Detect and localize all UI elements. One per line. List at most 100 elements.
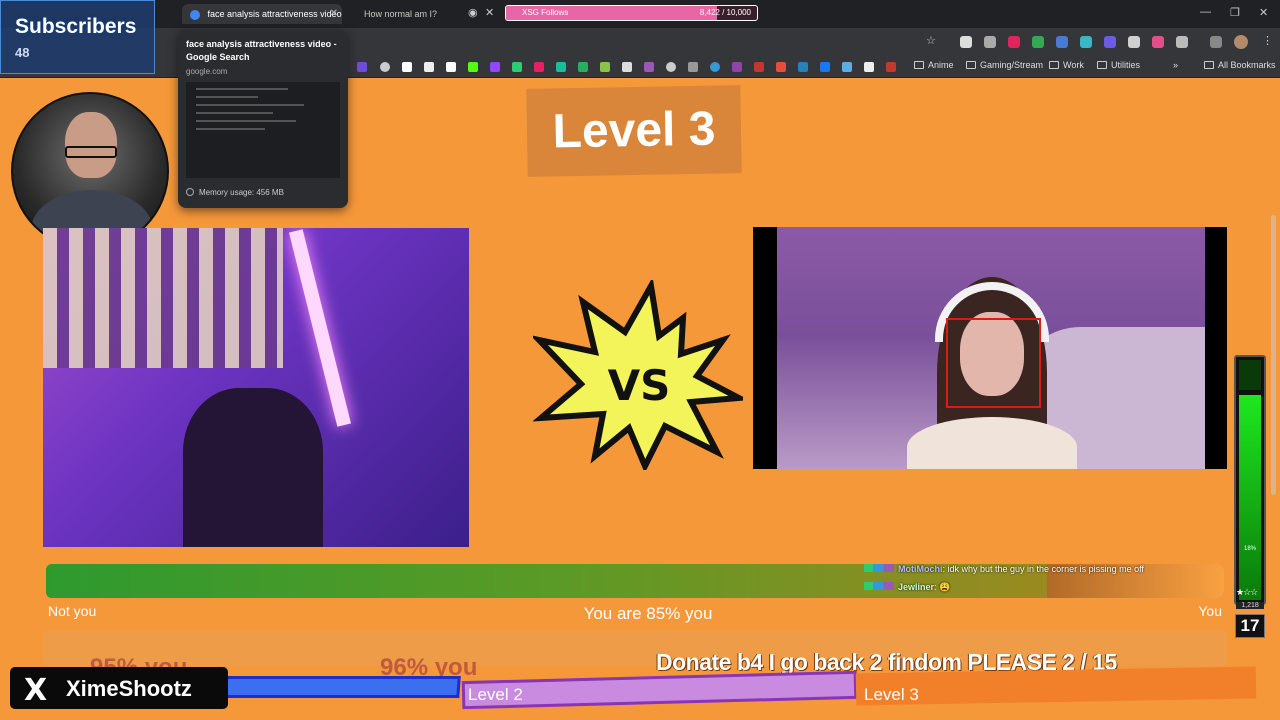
streamer-facecam <box>11 92 169 250</box>
tab-title: How normal am I? <box>364 9 438 19</box>
vs-text: VS <box>608 361 671 410</box>
left-video-feed <box>43 228 469 547</box>
side-meter-percent: 18% <box>1244 546 1257 552</box>
xsg-follows-label: XSG Follows <box>522 8 569 17</box>
meter-center-label: You are 85% you <box>583 604 713 623</box>
extension-icon[interactable] <box>1152 36 1164 48</box>
meter-right-label: You <box>1198 603 1222 619</box>
bookmark-folder-gaming[interactable]: Gaming/Stream <box>966 60 1043 70</box>
level-3-label: Level 3 <box>864 685 919 704</box>
hover-card-memory: Memory usage: 456 MB <box>186 188 284 197</box>
bookmark-icon[interactable] <box>754 62 764 72</box>
menu-lines-icon[interactable] <box>1210 36 1222 48</box>
folder-label: Anime <box>928 60 954 70</box>
subscribers-count: 48 <box>15 45 30 60</box>
tab-face-analysis[interactable]: face analysis attractiveness video ✕ <box>182 4 342 24</box>
extension-icon[interactable] <box>984 36 996 48</box>
side-meter-level: 17 <box>1235 614 1265 638</box>
tab-title: face analysis attractiveness video <box>207 9 342 19</box>
chat-username: MotiMochi <box>898 564 943 574</box>
chat-badges-icon <box>864 564 894 572</box>
facecam-glasses <box>65 146 117 158</box>
bookmark-icon[interactable] <box>534 62 544 72</box>
bookmark-folder-all[interactable]: All Bookmarks <box>1204 60 1276 70</box>
person-shoulders <box>907 417 1077 469</box>
bookmark-icon[interactable] <box>688 62 698 72</box>
level-2-label: Level 2 <box>468 685 523 704</box>
bookmark-icon[interactable] <box>357 62 367 72</box>
bookmark-icon[interactable] <box>732 62 742 72</box>
facebook-bookmark-icon[interactable] <box>820 62 830 72</box>
bookmark-icon[interactable] <box>446 62 456 72</box>
kick-bookmark-icon[interactable] <box>468 62 478 72</box>
restore-icon[interactable]: ❐ <box>1230 6 1240 19</box>
bookmark-icon[interactable] <box>710 62 720 72</box>
level-title-badge: Level 3 <box>526 85 742 177</box>
folder-label: All Bookmarks <box>1218 60 1276 70</box>
level-title: Level 3 <box>552 102 716 159</box>
record-icon[interactable]: ◉ <box>468 6 478 19</box>
bookmark-folder-anime[interactable]: Anime <box>914 60 954 70</box>
bookmark-icon[interactable] <box>644 62 654 72</box>
close-tab-icon[interactable]: ✕ <box>485 6 494 19</box>
close-tab-icon[interactable]: ✕ <box>330 4 338 24</box>
subscribers-title: Subscribers <box>15 15 137 38</box>
extension-icon[interactable] <box>1104 36 1116 48</box>
profile-avatar[interactable] <box>1234 35 1248 49</box>
x-handle-name: XimeShootz <box>66 676 192 701</box>
tiktok-bookmark-icon[interactable] <box>424 62 434 72</box>
bookmark-star-icon[interactable]: ☆ <box>926 34 936 47</box>
folder-icon <box>1049 61 1059 69</box>
bookmark-icon[interactable] <box>864 62 874 72</box>
browser-tab-strip: face analysis attractiveness video ✕ How… <box>0 0 1280 28</box>
extensions-puzzle-icon[interactable] <box>1176 36 1188 48</box>
bookmark-icon[interactable] <box>380 62 390 72</box>
x-logo-icon: X <box>24 673 48 708</box>
face-detection-box <box>946 318 1041 408</box>
x-bookmark-icon[interactable] <box>402 62 412 72</box>
page-scrollbar[interactable] <box>1271 215 1276 495</box>
chat-message: Jewliner: 😩 <box>864 582 950 593</box>
extension-icon[interactable] <box>1032 36 1044 48</box>
bookmark-icon[interactable] <box>776 62 786 72</box>
extension-icon[interactable] <box>960 36 972 48</box>
extension-icon[interactable] <box>1056 36 1068 48</box>
folder-icon <box>1204 61 1214 69</box>
bookmark-folder-work[interactable]: Work <box>1049 60 1084 70</box>
extension-icon[interactable] <box>1008 36 1020 48</box>
bookmark-icon[interactable] <box>578 62 588 72</box>
xsg-follows-count: 8,422 / 10,000 <box>699 8 751 17</box>
facecam-head <box>65 112 117 178</box>
chat-text: : idk why but the guy in the corner is p… <box>942 564 1144 574</box>
side-meter-stars: ★☆☆ <box>1236 587 1258 597</box>
subscribers-widget: Subscribers 48 <box>0 0 155 74</box>
side-progress-meter <box>1234 355 1266 605</box>
memory-gauge-icon <box>186 188 194 196</box>
tab-hover-card: face analysis attractiveness video - Goo… <box>178 30 348 208</box>
bookmark-icon[interactable] <box>886 62 896 72</box>
minimize-icon[interactable]: — <box>1200 6 1211 18</box>
folder-icon <box>1097 61 1107 69</box>
bookmark-icon[interactable] <box>798 62 808 72</box>
extension-icon[interactable] <box>1128 36 1140 48</box>
extension-icon[interactable] <box>1080 36 1092 48</box>
bookmarks-overflow-button[interactable]: » <box>1173 60 1178 70</box>
vs-starburst: VS <box>533 280 743 470</box>
folder-icon <box>914 61 924 69</box>
bookmark-icon[interactable] <box>666 62 676 72</box>
chat-badges-icon <box>864 582 894 590</box>
chat-username: Jewliner <box>898 582 935 592</box>
bookmark-icon[interactable] <box>556 62 566 72</box>
folder-label: Gaming/Stream <box>980 60 1044 70</box>
bookmark-icon[interactable] <box>622 62 632 72</box>
kebab-menu-icon[interactable]: ⋮ <box>1262 34 1273 47</box>
bookmark-icon[interactable] <box>600 62 610 72</box>
close-window-icon[interactable]: ✕ <box>1259 6 1268 19</box>
twitch-bookmark-icon[interactable] <box>490 62 500 72</box>
xsg-follows-progress: XSG Follows 8,422 / 10,000 <box>505 5 758 21</box>
bookmark-folder-utilities[interactable]: Utilities <box>1097 60 1140 70</box>
folder-icon <box>966 61 976 69</box>
bookmark-icon[interactable] <box>512 62 522 72</box>
bookmark-icon[interactable] <box>842 62 852 72</box>
hover-card-title: face analysis attractiveness video - Goo… <box>186 39 337 62</box>
